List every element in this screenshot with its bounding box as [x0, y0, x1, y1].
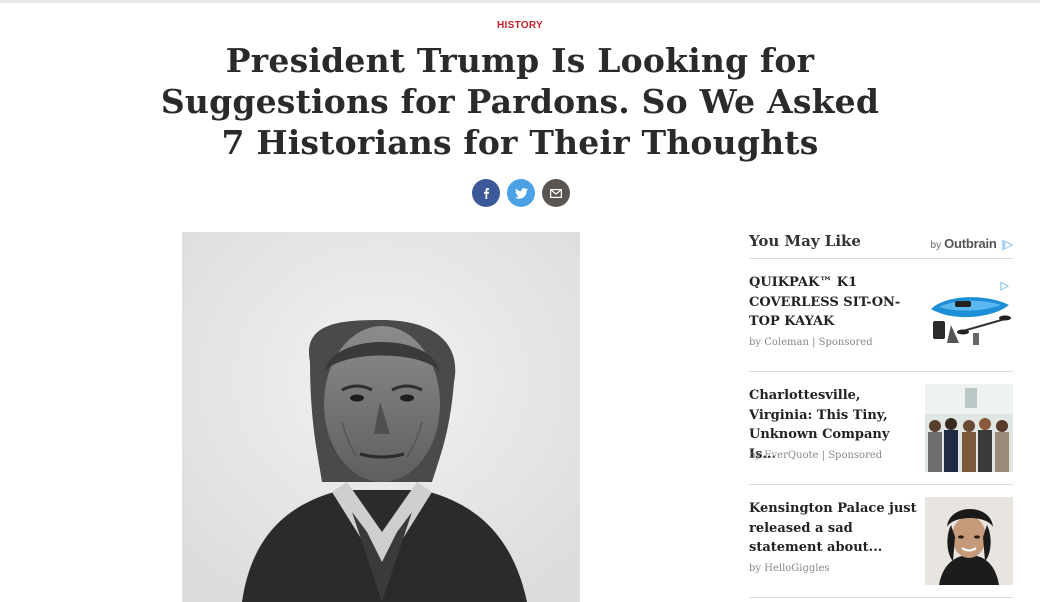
category-link[interactable]: HISTORY — [0, 20, 1040, 31]
outbrain-attribution[interactable]: by Outbrain |▷ — [931, 236, 1013, 251]
team-photo-thumbnail[interactable] — [925, 384, 1013, 472]
widget-header: You May Like by Outbrain |▷ — [749, 228, 1013, 259]
email-icon — [550, 188, 562, 198]
recommendation-source: by HelloGiggles — [749, 563, 830, 574]
attribution-by: by — [930, 240, 942, 251]
twitter-share-button[interactable] — [507, 179, 535, 207]
article-headline: President Trump Is Looking for Suggestio… — [160, 41, 880, 162]
recommendation-title[interactable]: Kensington Palace just released a sad st… — [749, 499, 919, 558]
top-divider — [0, 0, 1040, 3]
recommendation-source: by EverQuote | Sponsored — [749, 450, 883, 461]
recommendation-title[interactable]: QUIKPAK™ K1 COVERLESS SIT-ON-TOP KAYAK — [749, 273, 919, 332]
recommendation-item[interactable]: Charlottesville, Virginia: This Tiny, Un… — [749, 372, 1013, 485]
share-bar — [472, 179, 570, 207]
facebook-icon — [481, 187, 491, 199]
recommendation-source: by Coleman | Sponsored — [749, 337, 873, 348]
kayak-thumbnail[interactable]: ▷ — [925, 271, 1013, 359]
portrait-thumbnail[interactable] — [925, 497, 1013, 585]
widget-title: You May Like — [749, 232, 861, 250]
article-hero-image — [182, 232, 580, 602]
outbrain-logo: Outbrain — [944, 236, 997, 251]
facebook-share-button[interactable] — [472, 179, 500, 207]
recommendation-item[interactable]: Kensington Palace just released a sad st… — [749, 485, 1013, 598]
you-may-like-widget: You May Like by Outbrain |▷ QUIKPAK™ K1 … — [749, 228, 1013, 598]
recommendation-item[interactable]: QUIKPAK™ K1 COVERLESS SIT-ON-TOP KAYAK b… — [749, 259, 1013, 372]
email-share-button[interactable] — [542, 179, 570, 207]
adchoices-icon[interactable]: ▷ — [1001, 279, 1009, 292]
twitter-icon — [514, 187, 528, 199]
outbrain-info-icon[interactable]: |▷ — [1002, 238, 1013, 251]
